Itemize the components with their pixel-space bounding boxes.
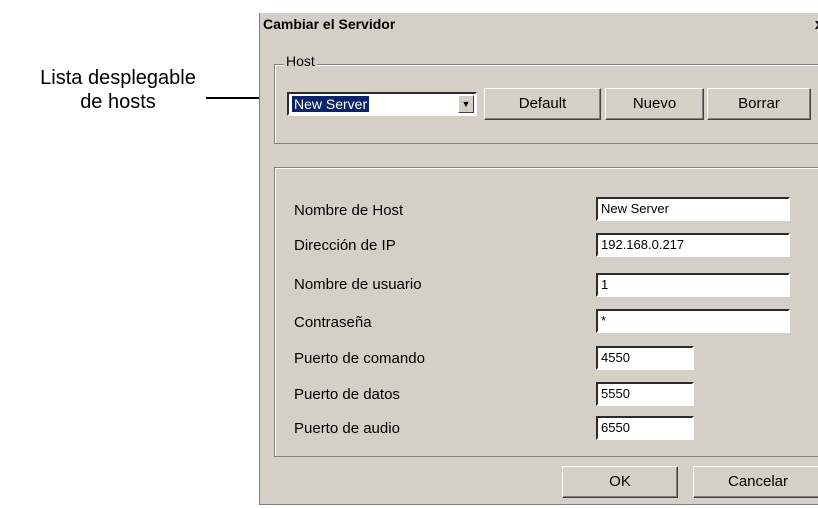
default-button[interactable]: Default	[484, 88, 601, 120]
ip-address-field[interactable]: 192.168.0.217	[596, 233, 790, 257]
ok-button[interactable]: OK	[562, 466, 678, 498]
host-group-label: Host	[284, 53, 317, 69]
chevron-down-icon[interactable]: ▼	[458, 95, 474, 113]
command-port-field[interactable]: 4550	[596, 346, 694, 370]
cancel-button[interactable]: Cancelar	[693, 466, 818, 498]
command-port-label: Puerto de comando	[294, 350, 425, 367]
dialog-titlebar: Cambiar el Servidor x	[260, 13, 818, 37]
screenshot-stage: Lista desplegable de hosts Cambiar el Se…	[0, 0, 818, 508]
password-field[interactable]: *	[596, 309, 790, 333]
username-field[interactable]: 1	[596, 273, 790, 297]
ip-address-label: Dirección de IP	[294, 237, 396, 254]
data-port-label: Puerto de datos	[294, 386, 400, 403]
username-label: Nombre de usuario	[294, 276, 422, 293]
password-label: Contraseña	[294, 314, 372, 331]
host-name-field[interactable]: New Server	[596, 197, 790, 221]
callout-line-1: Lista desplegable	[40, 67, 196, 89]
host-dropdown-value: New Server	[292, 96, 370, 112]
host-dropdown[interactable]: New Server ▼	[287, 92, 477, 116]
callout-annotation: Lista desplegable de hosts	[30, 66, 206, 114]
audio-port-label: Puerto de audio	[294, 420, 400, 437]
host-name-label: Nombre de Host	[294, 202, 404, 219]
audio-port-field[interactable]: 6550	[596, 416, 694, 440]
change-server-dialog: Cambiar el Servidor x Host New Server ▼ …	[259, 13, 818, 505]
new-button[interactable]: Nuevo	[605, 88, 704, 120]
close-icon[interactable]: x	[812, 17, 818, 33]
callout-line-2: de hosts	[80, 91, 156, 113]
dialog-title: Cambiar el Servidor	[263, 16, 396, 32]
data-port-field[interactable]: 5550	[596, 382, 694, 406]
delete-button[interactable]: Borrar	[707, 88, 811, 120]
